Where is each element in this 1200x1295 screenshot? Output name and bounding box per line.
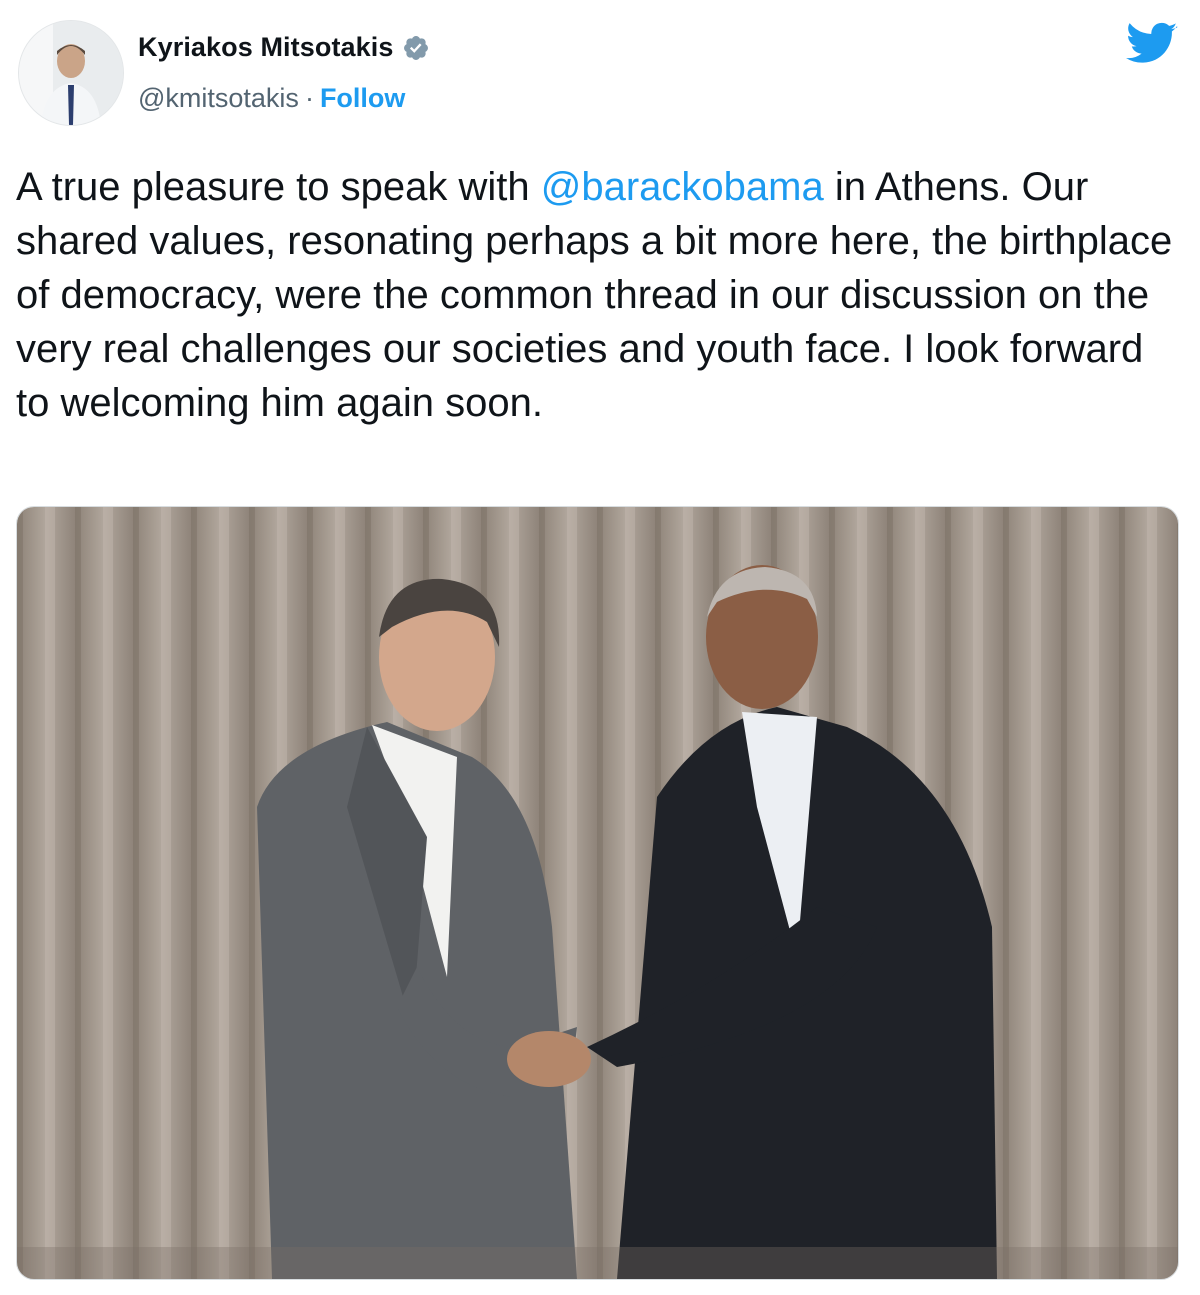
follow-button[interactable]: Follow <box>320 83 405 114</box>
verified-badge-icon <box>402 34 430 62</box>
tweet-text-part-1: A true pleasure to speak with <box>16 165 541 209</box>
author-handle-row: @kmitsotakis · Follow <box>138 83 405 114</box>
separator-dot: · <box>304 83 314 113</box>
author-avatar[interactable] <box>18 20 124 126</box>
author-name[interactable]: Kyriakos Mitsotakis <box>138 32 394 63</box>
tweet-photo[interactable] <box>16 506 1179 1280</box>
author-handle[interactable]: @kmitsotakis <box>138 83 299 114</box>
tweet-text: A true pleasure to speak with @barackoba… <box>16 160 1186 430</box>
mention-link[interactable]: @barackobama <box>541 165 824 209</box>
twitter-bird-icon[interactable] <box>1126 22 1178 66</box>
handshake-photo <box>17 507 1178 1279</box>
author-name-row: Kyriakos Mitsotakis <box>138 32 430 63</box>
avatar-image <box>19 21 123 125</box>
